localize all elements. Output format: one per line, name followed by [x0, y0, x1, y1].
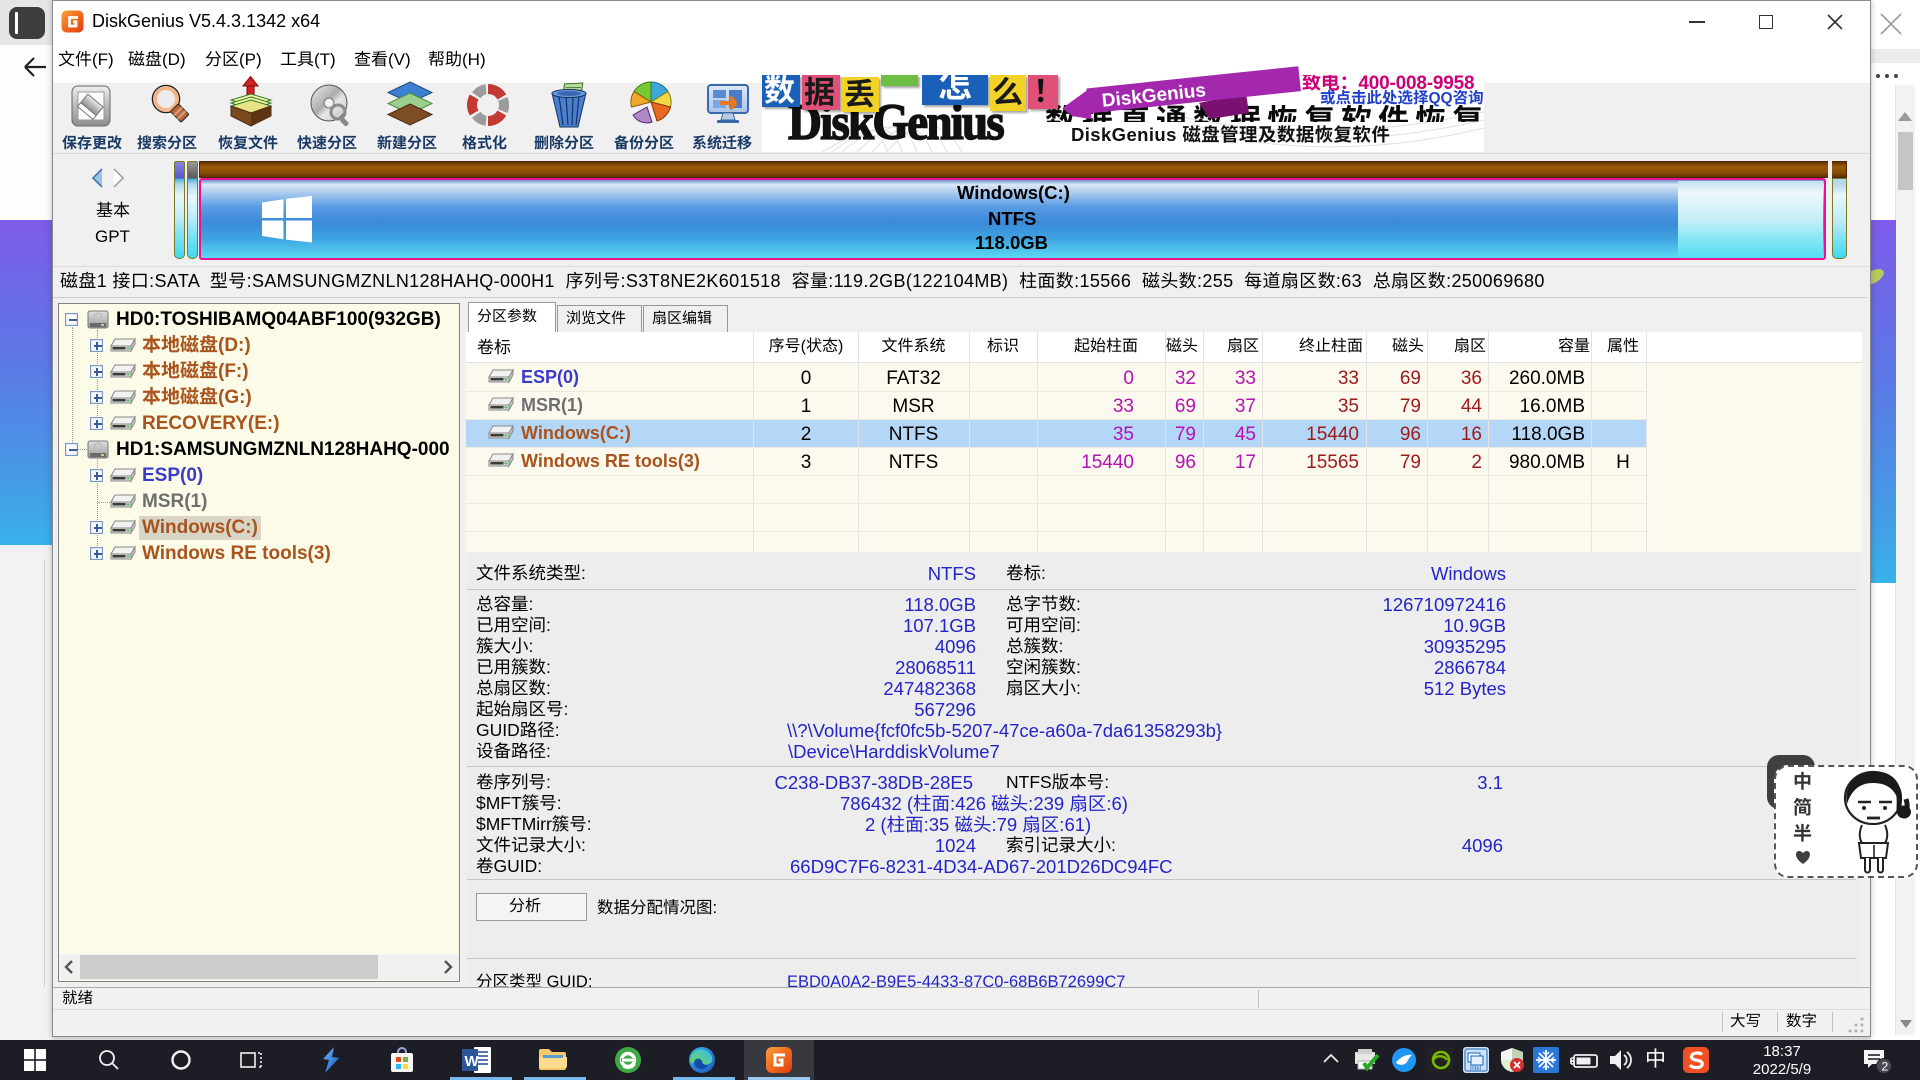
- svg-text:W: W: [465, 1053, 480, 1070]
- svg-text:DiskGenius: DiskGenius: [1101, 80, 1207, 112]
- svg-text:2: 2: [1882, 1060, 1889, 1074]
- svg-text:intel: intel: [1470, 1066, 1481, 1072]
